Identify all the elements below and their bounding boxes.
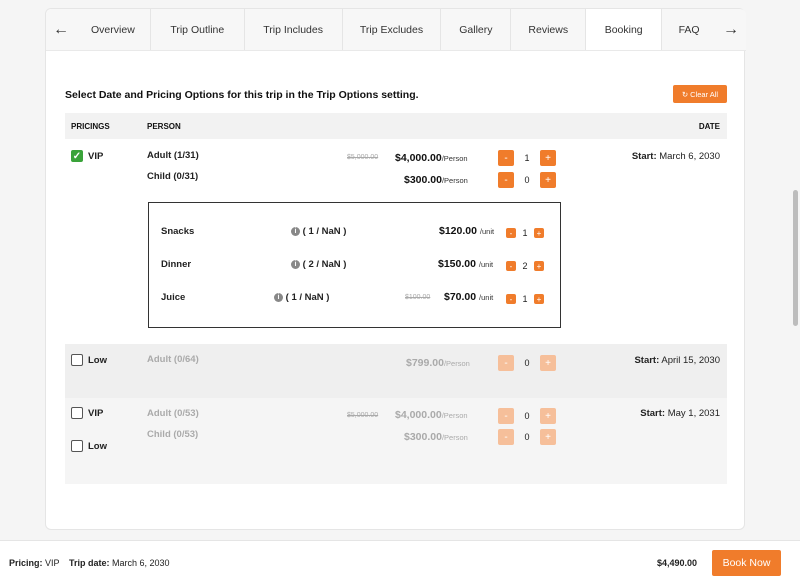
tab-faq[interactable]: FAQ: [662, 9, 716, 50]
pricing-label: VIP: [88, 408, 104, 419]
tab-gallery[interactable]: Gallery: [441, 9, 512, 50]
footer-trip-date: Trip date: March 6, 2030: [69, 558, 170, 568]
child-quantity-stepper[interactable]: - 0 +: [498, 172, 556, 188]
child-price: $300.00/Person: [404, 431, 468, 443]
minus-button[interactable]: -: [498, 150, 514, 166]
pricing-label: Low: [88, 355, 107, 366]
tab-trip-excludes[interactable]: Trip Excludes: [343, 9, 442, 50]
tab-overview[interactable]: Overview: [76, 9, 151, 50]
extra-label: Dinner: [161, 259, 192, 270]
minus-button[interactable]: -: [498, 429, 514, 445]
plus-button[interactable]: +: [534, 261, 544, 271]
minus-button[interactable]: -: [506, 294, 516, 304]
quantity-value: 1: [524, 153, 530, 163]
pricing-row-low: Low Adult (0/64) $799.00/Person - 0 + St…: [65, 344, 727, 398]
quantity-value: 2: [522, 261, 528, 271]
extra-services-box: Snacks i ( 1 / NaN ) $120.00 /unit - 1 +…: [148, 202, 561, 328]
check-icon: ✓: [72, 151, 82, 162]
refresh-icon: ↻: [681, 89, 689, 99]
child-label: Child (0/31): [147, 171, 199, 182]
quantity-value: 0: [524, 358, 530, 368]
clear-all-button[interactable]: ↻ Clear All: [673, 85, 727, 103]
tab-booking[interactable]: Booking: [586, 9, 663, 50]
plus-button[interactable]: +: [540, 408, 556, 424]
child-quantity-stepper[interactable]: - 0 +: [498, 429, 556, 445]
header-pricings: PRICINGS: [71, 122, 110, 131]
juice-quantity-stepper[interactable]: - 1 +: [506, 291, 544, 307]
extra-price: $150.00 /unit: [438, 258, 494, 270]
plus-button[interactable]: +: [540, 172, 556, 188]
pricing-label: Low: [88, 441, 107, 452]
vip-checkbox[interactable]: ✓: [71, 150, 83, 162]
header-date: DATE: [698, 122, 720, 131]
table-header: PRICINGS PERSON DATE: [65, 113, 727, 139]
quantity-value: 1: [522, 294, 528, 304]
extra-label: Snacks: [161, 226, 195, 237]
tab-reviews[interactable]: Reviews: [511, 9, 587, 50]
minus-button[interactable]: -: [498, 172, 514, 188]
footer-pricing: Pricing: VIP: [9, 558, 60, 568]
adult-quantity-stepper[interactable]: - 0 +: [498, 355, 556, 371]
dinner-quantity-stepper[interactable]: - 2 +: [506, 258, 544, 274]
minus-button[interactable]: -: [498, 408, 514, 424]
extra-label: Juice: [161, 292, 186, 303]
low-checkbox[interactable]: [71, 440, 83, 452]
arrow-right-icon[interactable]: →: [716, 9, 746, 50]
scrollbar[interactable]: [793, 190, 798, 326]
child-price: $300.00/Person: [404, 174, 468, 186]
extra-count: i ( 1 / NaN ): [291, 226, 346, 237]
quantity-value: 0: [524, 175, 530, 185]
tab-trip-outline[interactable]: Trip Outline: [151, 9, 245, 50]
book-now-button[interactable]: Book Now: [712, 550, 781, 576]
pricing-row-vip-low: VIP Low Adult (0/53) $5,000.00 $4,000.00…: [65, 398, 727, 484]
child-label: Child (0/53): [147, 429, 199, 440]
pricing-label: VIP: [88, 151, 104, 162]
info-icon[interactable]: i: [291, 226, 300, 236]
adult-quantity-stepper[interactable]: - 0 +: [498, 408, 556, 424]
low-checkbox[interactable]: [71, 354, 83, 366]
plus-button[interactable]: +: [534, 294, 544, 304]
adult-label: Adult (0/53): [147, 408, 199, 419]
header-person: PERSON: [147, 122, 181, 131]
booking-footer: Pricing: VIP Trip date: March 6, 2030 $4…: [0, 540, 800, 585]
booking-heading: Select Date and Pricing Options for this…: [65, 89, 419, 101]
info-icon[interactable]: i: [291, 259, 300, 269]
tab-trip-includes[interactable]: Trip Includes: [245, 9, 343, 50]
plus-button[interactable]: +: [540, 355, 556, 371]
extra-count: i ( 1 / NaN ): [274, 292, 329, 303]
adult-label: Adult (0/64): [147, 354, 199, 365]
booking-card: ← Overview Trip Outline Trip Includes Tr…: [45, 8, 746, 530]
adult-quantity-stepper[interactable]: - 1 +: [498, 150, 556, 166]
start-date: Start: May 1, 2031: [640, 408, 720, 419]
adult-label: Adult (1/31): [147, 150, 199, 161]
adult-price: $4,000.00/Person: [395, 152, 468, 164]
start-date: Start: March 6, 2030: [631, 151, 720, 162]
extra-count: i ( 2 / NaN ): [291, 259, 346, 270]
minus-button[interactable]: -: [506, 228, 516, 238]
quantity-value: 1: [522, 228, 528, 238]
plus-button[interactable]: +: [540, 429, 556, 445]
plus-button[interactable]: +: [534, 228, 544, 238]
arrow-left-icon[interactable]: ←: [46, 9, 76, 50]
info-icon[interactable]: i: [274, 292, 283, 302]
adult-price: $4,000.00/Person: [395, 409, 468, 421]
adult-price: $799.00/Person: [406, 357, 470, 369]
vip-checkbox[interactable]: [71, 407, 83, 419]
quantity-value: 0: [524, 411, 530, 421]
adult-old-price: $5,000.00: [347, 412, 379, 419]
adult-old-price: $5,000.00: [347, 154, 379, 161]
extra-old-price: $100.00: [405, 294, 431, 301]
quantity-value: 0: [524, 432, 530, 442]
footer-total: $4,490.00: [657, 558, 698, 568]
clear-all-label: Clear All: [690, 89, 719, 99]
plus-button[interactable]: +: [540, 150, 556, 166]
snacks-quantity-stepper[interactable]: - 1 +: [506, 225, 544, 241]
minus-button[interactable]: -: [498, 355, 514, 371]
tab-bar: ← Overview Trip Outline Trip Includes Tr…: [46, 9, 746, 51]
extra-price: $70.00 /unit: [444, 291, 494, 303]
start-date: Start: April 15, 2030: [634, 355, 720, 366]
minus-button[interactable]: -: [506, 261, 516, 271]
extra-price: $120.00 /unit: [439, 225, 495, 237]
